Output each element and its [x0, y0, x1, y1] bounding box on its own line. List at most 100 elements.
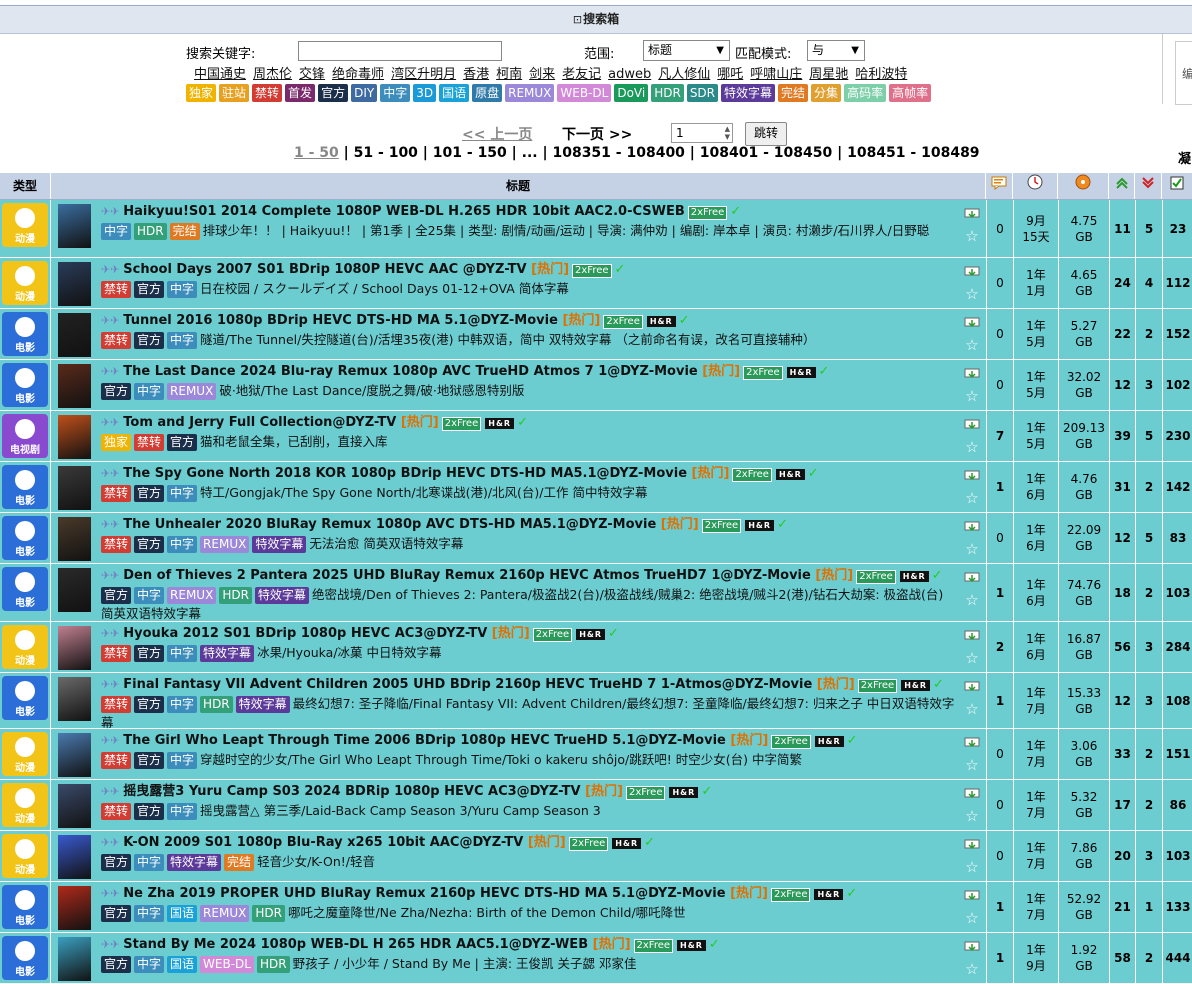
pin-icon[interactable]: ✈✈: [101, 938, 123, 951]
poster-thumbnail[interactable]: [58, 733, 91, 777]
download-icon[interactable]: ☆: [961, 419, 983, 459]
comments-count[interactable]: 1: [986, 673, 1013, 728]
filter-tag[interactable]: 分集: [811, 84, 842, 102]
quick-link[interactable]: 周星驰: [809, 67, 848, 82]
comments-count[interactable]: 7: [986, 411, 1013, 461]
comments-count[interactable]: 0: [986, 729, 1013, 779]
bookmark-star-icon[interactable]: ☆: [965, 909, 978, 927]
leechers-count[interactable]: 3: [1135, 622, 1162, 672]
poster-thumbnail[interactable]: [58, 517, 91, 561]
keyword-input[interactable]: [298, 41, 502, 61]
download-icon[interactable]: ☆: [961, 630, 983, 670]
quick-link[interactable]: 湾区升明月: [391, 67, 456, 82]
torrent-title-link[interactable]: 摇曳露营3 Yuru Camp S03 2024 BDRip 1080p HEV…: [123, 784, 580, 799]
poster-thumbnail[interactable]: [58, 835, 91, 879]
torrent-title-link[interactable]: The Girl Who Leapt Through Time 2006 BDr…: [123, 733, 726, 748]
comments-count[interactable]: 1: [986, 564, 1013, 621]
pin-icon[interactable]: ✈✈: [101, 263, 123, 276]
category-cell[interactable]: 电影: [0, 462, 51, 512]
comments-count[interactable]: 0: [986, 200, 1013, 257]
category-cell[interactable]: 电影: [0, 933, 51, 983]
torrent-title-link[interactable]: Den of Thieves 2 Pantera 2025 UHD BluRay…: [123, 568, 811, 583]
expand-icon[interactable]: ⊡: [573, 13, 582, 26]
download-icon[interactable]: ☆: [961, 737, 983, 777]
pin-icon[interactable]: ✈✈: [101, 569, 123, 582]
prev-page-link[interactable]: << 上一页: [462, 124, 532, 144]
category-icon[interactable]: 动漫: [2, 203, 48, 247]
completed-count[interactable]: 152: [1162, 309, 1192, 359]
quick-link[interactable]: 周杰伦: [253, 67, 292, 82]
category-icon[interactable]: 动漫: [2, 783, 48, 827]
bookmark-star-icon[interactable]: ☆: [965, 227, 978, 245]
torrent-title-link[interactable]: The Last Dance 2024 Blu-ray Remux 1080p …: [123, 364, 697, 379]
leechers-count[interactable]: 2: [1135, 780, 1162, 830]
torrent-title-link[interactable]: Tunnel 2016 1080p BDrip HEVC DTS-HD MA 5…: [123, 313, 558, 328]
filter-tag[interactable]: 特效字幕: [721, 84, 776, 102]
quick-link[interactable]: 老友记: [562, 67, 601, 82]
seeders-count[interactable]: 58: [1109, 933, 1135, 983]
completed-count[interactable]: 103: [1162, 564, 1192, 621]
seeders-count[interactable]: 22: [1109, 309, 1135, 359]
seeders-count[interactable]: 20: [1109, 831, 1135, 881]
torrent-title-link[interactable]: Hyouka 2012 S01 BDrip 1080p HEVC AC3@DYZ…: [123, 626, 487, 641]
comments-count[interactable]: 0: [986, 831, 1013, 881]
down-arrows-icon[interactable]: [1135, 173, 1162, 199]
torrent-title-link[interactable]: School Days 2007 S01 BDrip 1080P HEVC AA…: [123, 262, 526, 277]
leechers-count[interactable]: 4: [1135, 258, 1162, 308]
quick-link[interactable]: adweb: [608, 67, 651, 82]
category-cell[interactable]: 电视剧: [0, 411, 51, 461]
pin-icon[interactable]: ✈✈: [101, 887, 123, 900]
pin-icon[interactable]: ✈✈: [101, 416, 123, 429]
comments-count[interactable]: 2: [986, 622, 1013, 672]
seeders-count[interactable]: 18: [1109, 564, 1135, 621]
filter-tag[interactable]: DIY: [351, 84, 378, 102]
bookmark-star-icon[interactable]: ☆: [965, 438, 978, 456]
pin-icon[interactable]: ✈✈: [101, 678, 123, 691]
seeders-count[interactable]: 12: [1109, 513, 1135, 563]
poster-thumbnail[interactable]: [58, 466, 91, 510]
category-icon[interactable]: 电影: [2, 885, 48, 929]
bookmark-star-icon[interactable]: ☆: [965, 649, 978, 667]
category-icon[interactable]: 电影: [2, 516, 48, 560]
category-icon[interactable]: 电影: [2, 312, 48, 356]
leechers-count[interactable]: 3: [1135, 360, 1162, 410]
category-icon[interactable]: 电影: [2, 676, 48, 720]
leechers-count[interactable]: 3: [1135, 831, 1162, 881]
category-cell[interactable]: 动漫: [0, 780, 51, 830]
category-icon[interactable]: 动漫: [2, 261, 48, 305]
seeders-count[interactable]: 24: [1109, 258, 1135, 308]
bookmark-star-icon[interactable]: ☆: [965, 700, 978, 718]
completed-count[interactable]: 151: [1162, 729, 1192, 779]
completed-count[interactable]: 133: [1162, 882, 1192, 932]
comments-count[interactable]: 1: [986, 882, 1013, 932]
completed-count[interactable]: 444: [1162, 933, 1192, 983]
category-icon[interactable]: 动漫: [2, 732, 48, 776]
bookmark-star-icon[interactable]: ☆: [965, 591, 978, 609]
quick-link[interactable]: 凡人修仙: [658, 67, 710, 82]
seeders-count[interactable]: 11: [1109, 200, 1135, 257]
page-number-input[interactable]: 1 ▲ ▼: [671, 123, 733, 143]
quick-link[interactable]: 交锋: [299, 67, 325, 82]
bookmark-star-icon[interactable]: ☆: [965, 336, 978, 354]
category-cell[interactable]: 动漫: [0, 622, 51, 672]
comments-count[interactable]: 1: [986, 462, 1013, 512]
bookmark-star-icon[interactable]: ☆: [965, 387, 978, 405]
quick-link[interactable]: 绝命毒师: [332, 67, 384, 82]
filter-tag[interactable]: 国语: [439, 84, 470, 102]
download-icon[interactable]: ☆: [961, 572, 983, 612]
pin-icon[interactable]: ✈✈: [101, 314, 123, 327]
pin-icon[interactable]: ✈✈: [101, 627, 123, 640]
pin-icon[interactable]: ✈✈: [101, 785, 123, 798]
download-icon[interactable]: ☆: [961, 941, 983, 981]
quick-link[interactable]: 剑来: [529, 67, 555, 82]
filter-tag[interactable]: SDR: [686, 84, 719, 102]
bookmark-star-icon[interactable]: ☆: [965, 489, 978, 507]
category-icon[interactable]: 电影: [2, 567, 48, 611]
poster-thumbnail[interactable]: [58, 937, 91, 981]
category-icon[interactable]: 电影: [2, 465, 48, 509]
completed-count[interactable]: 142: [1162, 462, 1192, 512]
scope-select[interactable]: 标题 ▼: [643, 40, 730, 61]
completed-count[interactable]: 230: [1162, 411, 1192, 461]
completed-count[interactable]: 23: [1162, 200, 1192, 257]
leechers-count[interactable]: 5: [1135, 513, 1162, 563]
